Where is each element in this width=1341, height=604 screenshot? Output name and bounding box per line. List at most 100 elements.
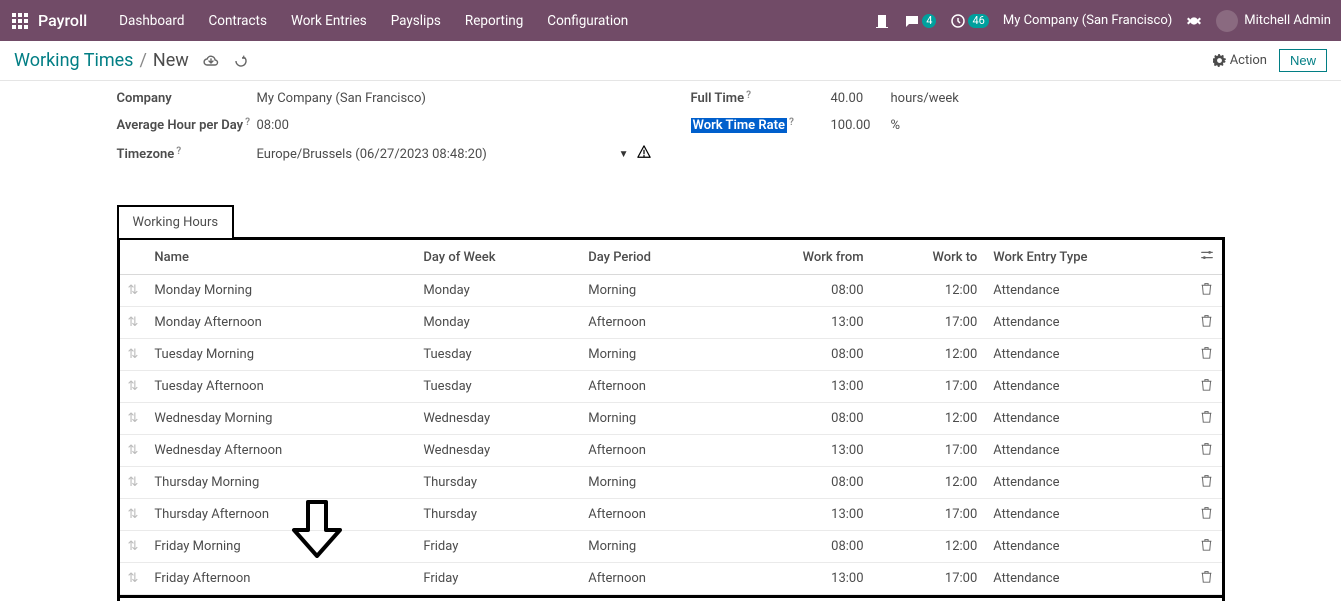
messages-icon[interactable]: 4 (904, 13, 936, 29)
nav-dashboard[interactable]: Dashboard (107, 3, 196, 39)
cell-entry[interactable]: Attendance (985, 403, 1191, 435)
cell-name[interactable]: Thursday Morning (146, 467, 415, 499)
company-switcher[interactable]: My Company (San Francisco) (1003, 13, 1172, 28)
timezone-value[interactable]: Europe/Brussels (06/27/2023 08:48:20) (257, 147, 487, 162)
cell-name[interactable]: Tuesday Morning (146, 339, 415, 371)
cell-period[interactable]: Morning (580, 531, 727, 563)
delete-row-icon[interactable] (1192, 403, 1222, 435)
cell-from[interactable]: 13:00 (728, 563, 872, 595)
debug-icon[interactable] (1186, 13, 1202, 29)
tab-working-hours[interactable]: Working Hours (117, 205, 235, 240)
cell-dow[interactable]: Thursday (415, 467, 580, 499)
building-icon[interactable] (874, 13, 890, 29)
delete-row-icon[interactable] (1192, 275, 1222, 307)
workrate-value[interactable]: 100.00 (831, 118, 873, 133)
nav-work-entries[interactable]: Work Entries (279, 3, 379, 39)
drag-handle-icon[interactable]: ⇅ (120, 435, 147, 467)
drag-handle-icon[interactable]: ⇅ (120, 531, 147, 563)
cell-from[interactable]: 13:00 (728, 435, 872, 467)
drag-handle-icon[interactable]: ⇅ (120, 275, 147, 307)
cell-dow[interactable]: Wednesday (415, 435, 580, 467)
discard-icon[interactable] (233, 53, 249, 69)
cell-from[interactable]: 08:00 (728, 531, 872, 563)
cell-period[interactable]: Afternoon (580, 499, 727, 531)
col-name[interactable]: Name (146, 240, 415, 275)
table-row[interactable]: ⇅Thursday AfternoonThursdayAfternoon13:0… (120, 499, 1222, 531)
cell-name[interactable]: Wednesday Afternoon (146, 435, 415, 467)
cell-period[interactable]: Morning (580, 467, 727, 499)
avg-hour-value[interactable]: 08:00 (257, 118, 651, 133)
cell-from[interactable]: 13:00 (728, 307, 872, 339)
cell-dow[interactable]: Tuesday (415, 371, 580, 403)
cell-dow[interactable]: Monday (415, 275, 580, 307)
table-row[interactable]: ⇅Friday MorningFridayMorning08:0012:00At… (120, 531, 1222, 563)
cell-to[interactable]: 17:00 (872, 499, 986, 531)
col-dow[interactable]: Day of Week (415, 240, 580, 275)
cell-name[interactable]: Thursday Afternoon (146, 499, 415, 531)
drag-handle-icon[interactable]: ⇅ (120, 307, 147, 339)
brand-label[interactable]: Payroll (38, 11, 87, 30)
chevron-down-icon[interactable]: ▼ (619, 149, 629, 160)
cell-to[interactable]: 17:00 (872, 371, 986, 403)
table-row[interactable]: ⇅Tuesday AfternoonTuesdayAfternoon13:001… (120, 371, 1222, 403)
drag-handle-icon[interactable]: ⇅ (120, 403, 147, 435)
cell-to[interactable]: 12:00 (872, 531, 986, 563)
cell-from[interactable]: 08:00 (728, 467, 872, 499)
cell-entry[interactable]: Attendance (985, 531, 1191, 563)
cell-period[interactable]: Morning (580, 403, 727, 435)
new-button[interactable]: New (1279, 49, 1327, 72)
delete-row-icon[interactable] (1192, 371, 1222, 403)
cell-entry[interactable]: Attendance (985, 467, 1191, 499)
delete-row-icon[interactable] (1192, 563, 1222, 595)
cell-entry[interactable]: Attendance (985, 339, 1191, 371)
cell-dow[interactable]: Friday (415, 531, 580, 563)
cloud-save-icon[interactable] (203, 53, 219, 69)
cell-period[interactable]: Afternoon (580, 307, 727, 339)
warning-icon[interactable] (637, 145, 651, 163)
cell-from[interactable]: 13:00 (728, 371, 872, 403)
col-entry[interactable]: Work Entry Type (985, 240, 1191, 275)
cell-period[interactable]: Afternoon (580, 435, 727, 467)
table-row[interactable]: ⇅Monday MorningMondayMorning08:0012:00At… (120, 275, 1222, 307)
drag-handle-icon[interactable]: ⇅ (120, 467, 147, 499)
drag-handle-icon[interactable]: ⇅ (120, 499, 147, 531)
col-period[interactable]: Day Period (580, 240, 727, 275)
col-to[interactable]: Work to (872, 240, 986, 275)
content-scroll[interactable]: Company My Company (San Francisco) Avera… (0, 81, 1341, 601)
cell-name[interactable]: Monday Morning (146, 275, 415, 307)
cell-to[interactable]: 12:00 (872, 275, 986, 307)
user-menu[interactable]: Mitchell Admin (1216, 10, 1331, 32)
delete-row-icon[interactable] (1192, 435, 1222, 467)
delete-row-icon[interactable] (1192, 499, 1222, 531)
table-row[interactable]: ⇅Thursday MorningThursdayMorning08:0012:… (120, 467, 1222, 499)
company-value[interactable]: My Company (San Francisco) (257, 91, 651, 106)
table-row[interactable]: ⇅Wednesday AfternoonWednesdayAfternoon13… (120, 435, 1222, 467)
cell-entry[interactable]: Attendance (985, 563, 1191, 595)
cell-name[interactable]: Friday Afternoon (146, 563, 415, 595)
cell-dow[interactable]: Thursday (415, 499, 580, 531)
cell-from[interactable]: 08:00 (728, 275, 872, 307)
cell-name[interactable]: Tuesday Afternoon (146, 371, 415, 403)
cell-entry[interactable]: Attendance (985, 435, 1191, 467)
delete-row-icon[interactable] (1192, 531, 1222, 563)
cell-dow[interactable]: Tuesday (415, 339, 580, 371)
cell-dow[interactable]: Friday (415, 563, 580, 595)
cell-to[interactable]: 12:00 (872, 403, 986, 435)
delete-row-icon[interactable] (1192, 339, 1222, 371)
action-dropdown[interactable]: Action (1213, 53, 1267, 68)
drag-handle-icon[interactable]: ⇅ (120, 339, 147, 371)
table-row[interactable]: ⇅Friday AfternoonFridayAfternoon13:0017:… (120, 563, 1222, 595)
col-optional[interactable] (1192, 240, 1222, 275)
cell-from[interactable]: 13:00 (728, 499, 872, 531)
col-from[interactable]: Work from (728, 240, 872, 275)
cell-period[interactable]: Morning (580, 339, 727, 371)
fulltime-value[interactable]: 40.00 (831, 91, 873, 106)
table-row[interactable]: ⇅Tuesday MorningTuesdayMorning08:0012:00… (120, 339, 1222, 371)
cell-entry[interactable]: Attendance (985, 307, 1191, 339)
apps-icon[interactable] (12, 13, 28, 29)
cell-to[interactable]: 12:00 (872, 467, 986, 499)
nav-reporting[interactable]: Reporting (453, 3, 535, 39)
cell-to[interactable]: 12:00 (872, 339, 986, 371)
cell-name[interactable]: Friday Morning (146, 531, 415, 563)
cell-entry[interactable]: Attendance (985, 275, 1191, 307)
